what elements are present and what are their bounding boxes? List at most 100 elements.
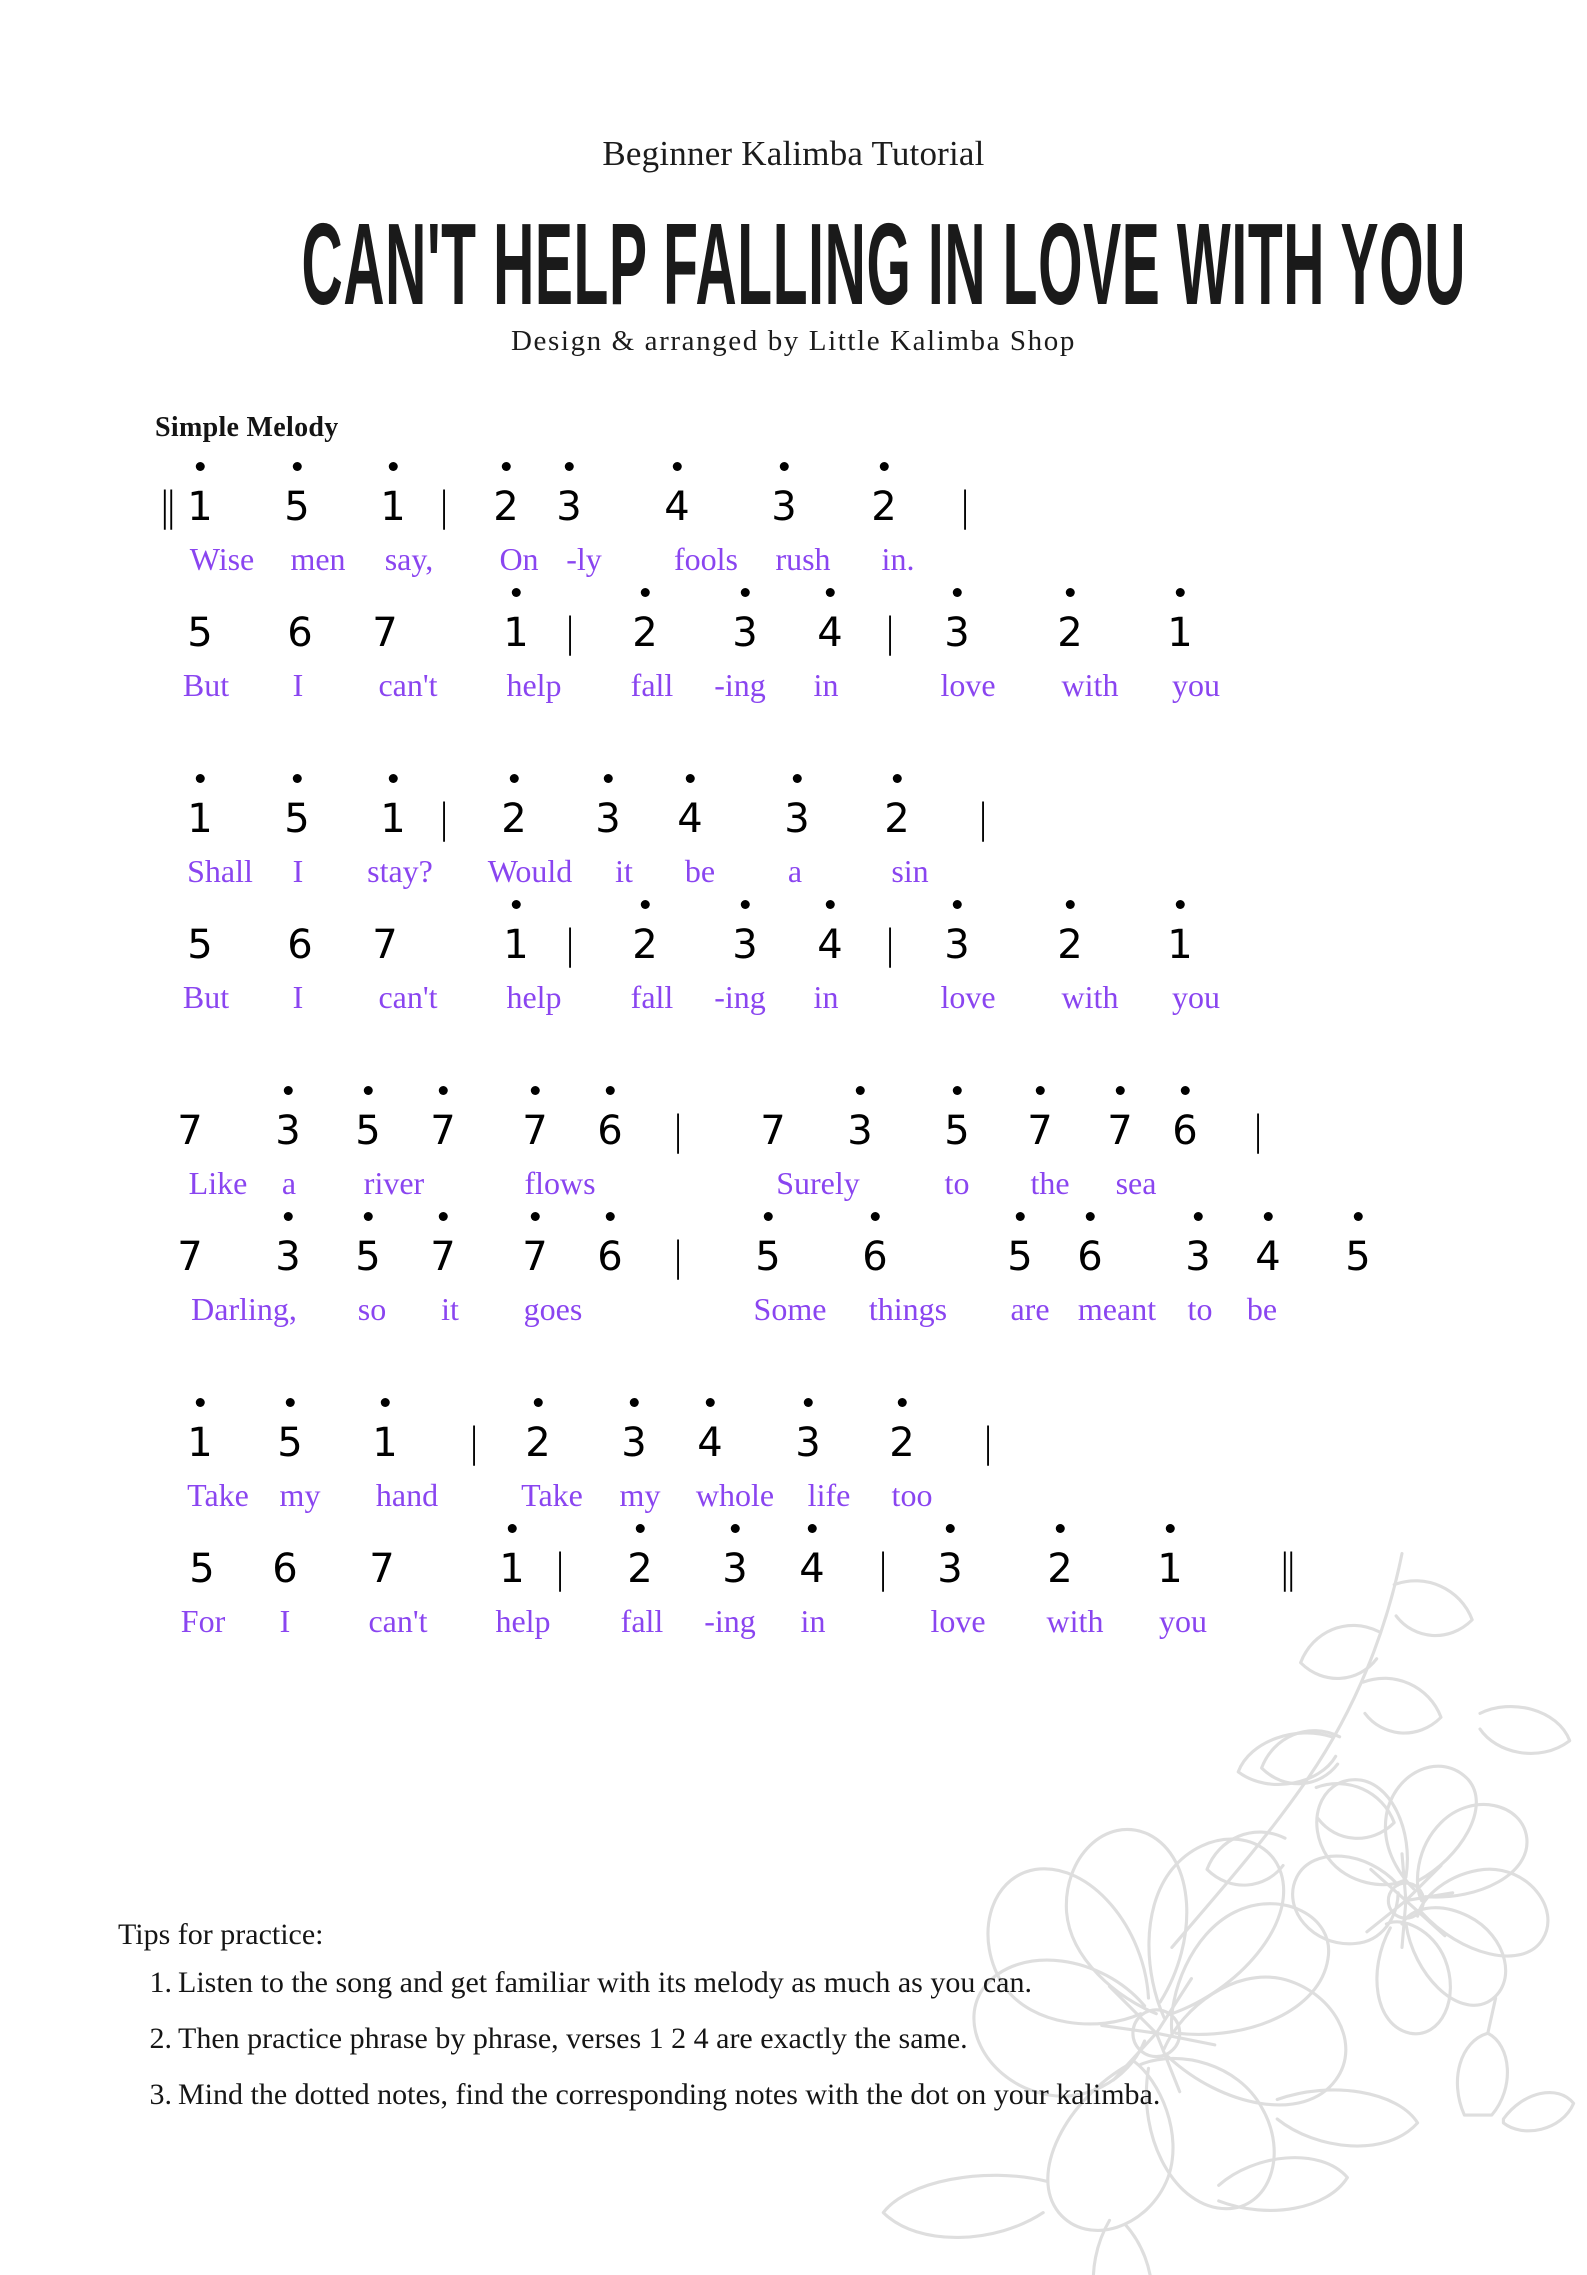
note-dotted: 5 xyxy=(1345,1212,1371,1280)
octave-dot-icon xyxy=(635,1524,645,1533)
lyric-word: Would xyxy=(487,853,573,889)
octave-dot-icon xyxy=(779,462,789,471)
note-dotted: 1 xyxy=(503,900,529,968)
lyric-word: my xyxy=(279,1477,321,1513)
lyric-word: -ing xyxy=(704,1603,756,1639)
octave-dot-icon xyxy=(855,1086,865,1095)
lyric-word: can't xyxy=(378,667,438,703)
note-row: ‖ 1 5 1 | 2 3 4 3 2 | xyxy=(0,454,1587,530)
note-dotted: 3 xyxy=(784,774,810,842)
tips-list: 1. Listen to the song and get familiar wi… xyxy=(118,1966,1161,2111)
note-dotted: 3 xyxy=(275,1086,301,1154)
tab-line: ‖ 1 5 1 | 2 3 4 3 2 | Wise men say, On -ly fools rush in. xyxy=(0,454,1587,580)
barline: | xyxy=(883,610,897,656)
lyric-word: can't xyxy=(368,1603,428,1639)
lyric-word: say, xyxy=(384,541,434,577)
lyric-word: you xyxy=(1172,979,1220,1015)
lyric-word: to xyxy=(944,1165,970,1201)
note: 7 xyxy=(760,1108,786,1154)
octave-dot-icon xyxy=(388,462,398,471)
lyric-word: goes xyxy=(523,1291,583,1327)
lyric-word: fall xyxy=(620,1603,664,1639)
octave-dot-icon xyxy=(825,900,835,909)
tip-item: 2. Then practice phrase by phrase, verses… xyxy=(150,2024,1160,2054)
note-dotted: 1 xyxy=(1167,588,1193,656)
octave-dot-icon xyxy=(629,1398,639,1407)
note-dotted: 2 xyxy=(884,774,910,842)
page-header: Beginner Kalimba Tutorial CAN'T HELP FAL… xyxy=(0,0,1587,356)
tablature-body: ‖ 1 5 1 | 2 3 4 3 2 | Wise men say, On -ly fools rush in. 5… xyxy=(0,454,1587,1642)
lyric-word: fall xyxy=(630,979,674,1015)
octave-dot-icon xyxy=(685,774,695,783)
barline: | xyxy=(981,1420,995,1466)
octave-dot-icon xyxy=(1115,1086,1125,1095)
barline: | xyxy=(1251,1108,1265,1154)
octave-dot-icon xyxy=(285,1398,295,1407)
octave-dot-icon xyxy=(605,1212,615,1221)
lyric-word: For xyxy=(180,1603,226,1639)
octave-dot-icon xyxy=(603,774,613,783)
lyric-word: too xyxy=(891,1477,933,1513)
lyric-word: you xyxy=(1159,1603,1207,1639)
lyric-row: But Ican't help fall -ing in love with you xyxy=(0,656,1587,706)
octave-dot-icon xyxy=(605,1086,615,1095)
octave-dot-icon xyxy=(945,1524,955,1533)
octave-dot-icon xyxy=(1175,588,1185,597)
octave-dot-icon xyxy=(1035,1086,1045,1095)
octave-dot-icon xyxy=(825,588,835,597)
lyric-word: help xyxy=(506,667,562,703)
note-dotted: 1 xyxy=(380,462,406,530)
tab-line: 5 6 7 1 | 2 3 4 | 3 2 1 But Ican't help fall -ing in love w… xyxy=(0,892,1587,1018)
lyric-word: in xyxy=(800,1603,826,1639)
note-dotted: 5 xyxy=(755,1212,781,1280)
lyric-word: life xyxy=(807,1477,851,1513)
lyric-word: I xyxy=(279,1603,291,1639)
octave-dot-icon xyxy=(388,774,398,783)
lyric-word: whole xyxy=(695,1477,775,1513)
lyric-word: Take xyxy=(521,1477,583,1513)
lyric-word: it xyxy=(441,1291,459,1327)
note-dotted: 4 xyxy=(1255,1212,1281,1280)
note-dotted: 2 xyxy=(525,1398,551,1466)
note-dotted: 1 xyxy=(1167,900,1193,968)
octave-dot-icon xyxy=(705,1398,715,1407)
note-dotted: 1 xyxy=(499,1524,525,1592)
barline: | xyxy=(976,796,990,842)
lyric-word: stay? xyxy=(367,853,433,889)
lyric-row: Darling, so it goes Some things are meant to be xyxy=(0,1280,1587,1330)
lyric-row: Take my hand Take my whole life too xyxy=(0,1466,1587,1516)
barline: | xyxy=(437,484,451,530)
lyric-word: help xyxy=(506,979,562,1015)
tip-text: Mind the dotted notes, find the correspo… xyxy=(178,2078,1161,2111)
note-row: 5 6 7 1 | 2 3 4 | 3 2 1 ‖ xyxy=(0,1516,1587,1592)
double-barline: ‖ xyxy=(1278,1546,1298,1592)
lyric-word: can't xyxy=(378,979,438,1015)
lyric-word: in xyxy=(813,667,839,703)
octave-dot-icon xyxy=(530,1086,540,1095)
note-dotted: 3 xyxy=(732,900,758,968)
lyric-word: rush xyxy=(775,541,831,577)
lyric-word: in. xyxy=(881,541,915,577)
note-dotted: 1 xyxy=(380,774,406,842)
note-dotted: 5 xyxy=(1007,1212,1033,1280)
octave-dot-icon xyxy=(879,462,889,471)
lyric-word: a xyxy=(787,853,803,889)
lyric-word: love xyxy=(940,667,996,703)
note-dotted: 4 xyxy=(799,1524,825,1592)
lyric-word: with xyxy=(1061,667,1119,703)
octave-dot-icon xyxy=(640,900,650,909)
note: 7 xyxy=(372,610,398,656)
tip-item: 3. Mind the dotted notes, find the corres… xyxy=(150,2078,1161,2111)
note-dotted: 2 xyxy=(1047,1524,1073,1592)
octave-dot-icon xyxy=(292,774,302,783)
note-dotted: 1 xyxy=(372,1398,398,1466)
note-dotted: 3 xyxy=(847,1086,873,1154)
octave-dot-icon xyxy=(1180,1086,1190,1095)
tab-line: 1 5 1 | 2 3 4 3 2 | Shall Istay? Would it be a sin xyxy=(0,766,1587,892)
lyric-word: the xyxy=(1030,1165,1070,1201)
note-dotted: 1 xyxy=(187,774,213,842)
tip-text: Listen to the song and get familiar with… xyxy=(178,1966,1032,1999)
note-dotted: 3 xyxy=(275,1212,301,1280)
note-dotted: 7 xyxy=(522,1086,548,1154)
lyric-row: Like a river flows Surely to the sea xyxy=(0,1154,1587,1204)
